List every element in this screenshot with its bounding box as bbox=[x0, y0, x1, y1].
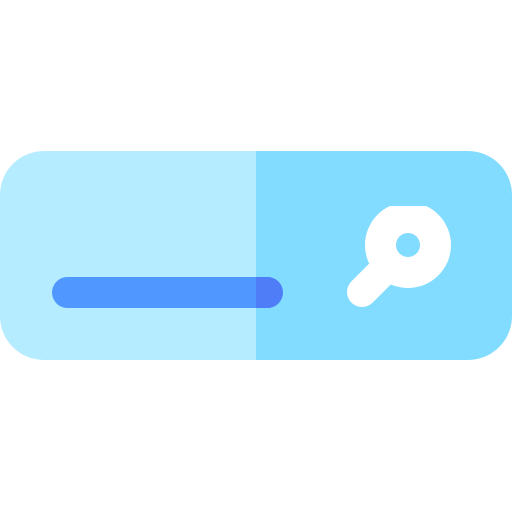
search-bar-illustration bbox=[0, 0, 512, 512]
search-field-area[interactable] bbox=[0, 151, 257, 360]
input-text-placeholder-line bbox=[52, 277, 270, 308]
magnifier-icon[interactable] bbox=[340, 206, 460, 316]
magnifier-lens-center bbox=[396, 233, 420, 257]
